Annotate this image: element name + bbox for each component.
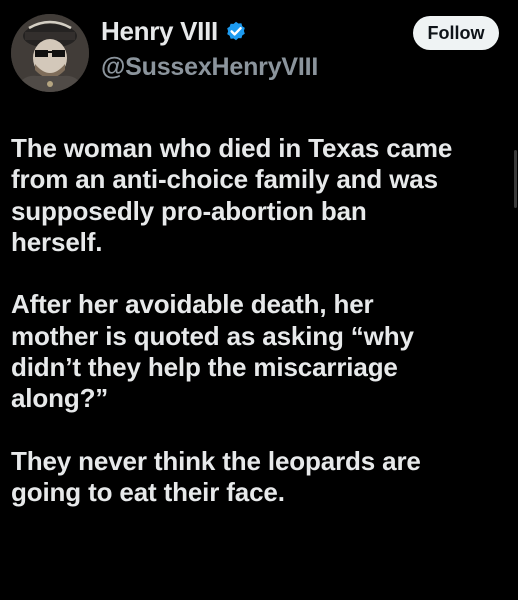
author-name-row: Henry VIII <box>101 16 248 46</box>
author-display-name[interactable]: Henry VIII <box>101 16 218 47</box>
tweet-paragraph: The woman who died in Texas came from an… <box>11 133 453 257</box>
verified-badge-icon <box>224 19 248 43</box>
avatar-portrait-icon <box>11 14 89 92</box>
follow-button[interactable]: Follow <box>413 16 499 50</box>
tweet-paragraph: After her avoidable death, her mother is… <box>11 289 414 414</box>
avatar[interactable] <box>11 14 89 92</box>
tweet-paragraph: They never think the leopards are going … <box>11 445 421 508</box>
tweet-header: Henry VIII @SussexHenryVIII Follow <box>0 0 518 110</box>
scrollbar[interactable] <box>514 150 517 208</box>
tweet-text: The woman who died in Texas came from an… <box>11 133 511 509</box>
author-handle[interactable]: @SussexHenryVIII <box>101 53 318 82</box>
